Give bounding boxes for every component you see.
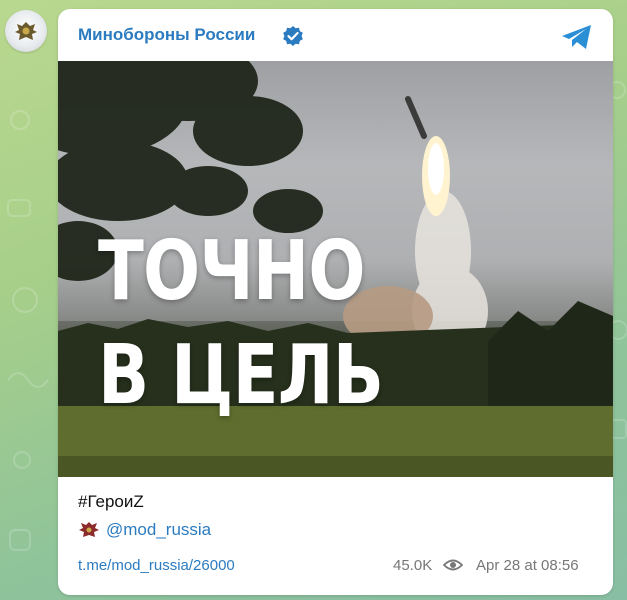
emblem-icon <box>15 22 37 40</box>
post-image[interactable]: ТОЧНО В ЦЕЛЬ <box>58 61 613 477</box>
verified-badge-icon <box>283 26 303 46</box>
mention-row: @mod_russia <box>78 519 211 541</box>
mention-link[interactable]: @mod_russia <box>106 520 211 540</box>
hashtag-text: #ГероиZ <box>78 492 144 511</box>
message-card: Минобороны России ТОЧНО В ЦЕЛЬ #ГероиZ @… <box>58 9 613 595</box>
post-link[interactable]: t.me/mod_russia/26000 <box>78 557 235 574</box>
message-header: Минобороны России <box>58 9 613 61</box>
message-footer: t.me/mod_russia/26000 45.0K Apr 28 at 08… <box>58 554 613 578</box>
post-date: Apr 28 at 08:56 <box>476 557 579 574</box>
image-caption-line1: ТОЧНО <box>98 224 366 319</box>
eye-icon <box>443 559 463 571</box>
channel-avatar[interactable] <box>5 10 47 52</box>
emblem-icon <box>79 522 99 537</box>
channel-name[interactable]: Минобороны России <box>78 25 255 45</box>
image-caption-line2: В ЦЕЛЬ <box>98 328 384 423</box>
telegram-icon[interactable] <box>560 23 594 51</box>
view-count: 45.0K <box>393 557 433 574</box>
